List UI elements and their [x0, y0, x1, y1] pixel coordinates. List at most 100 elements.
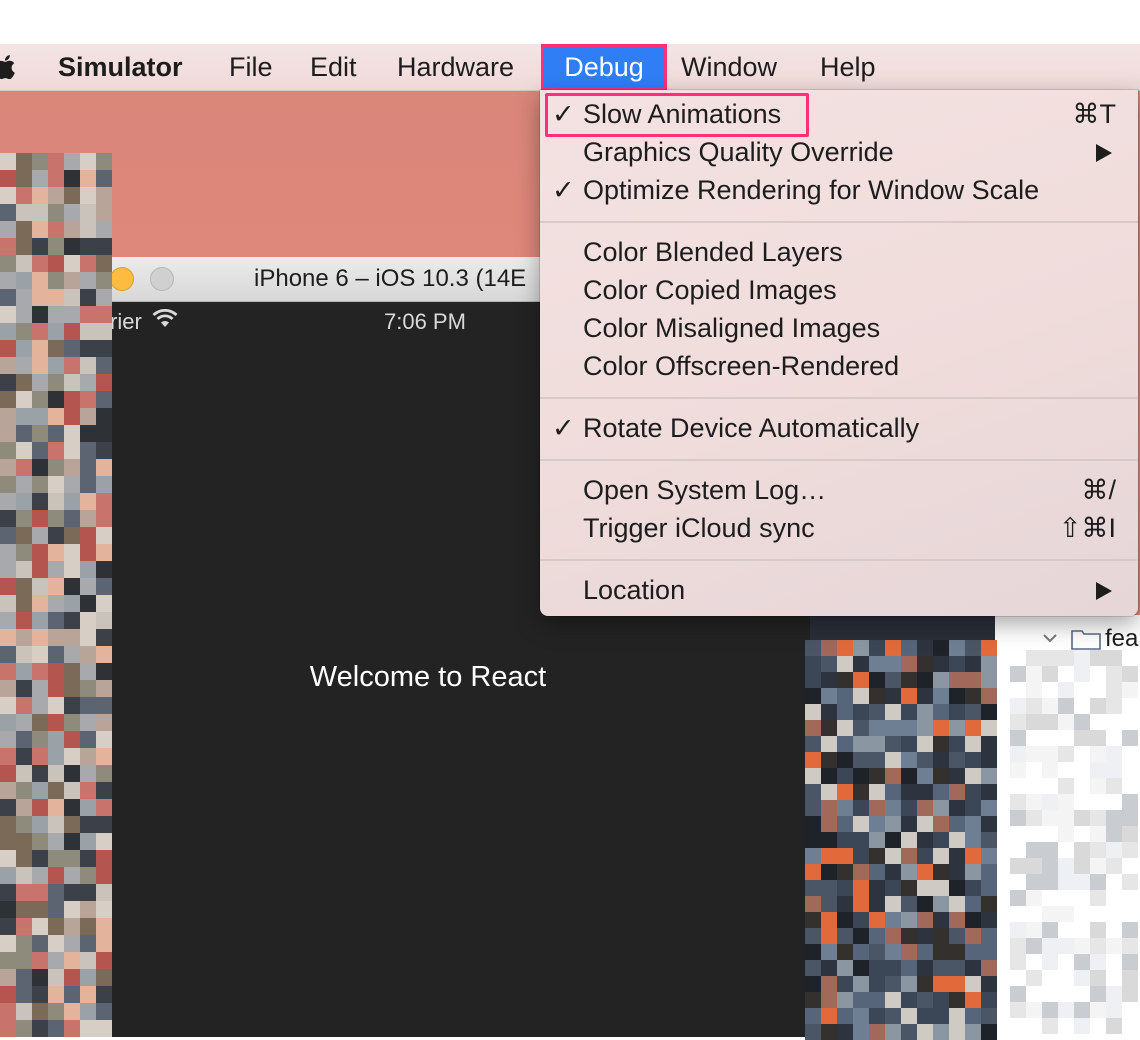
mosaic-cell [48, 544, 64, 561]
mosaic-cell [80, 612, 96, 629]
mosaic-cell [1074, 954, 1090, 970]
mosaic-cell [96, 238, 112, 255]
mosaic-cell [96, 918, 112, 935]
menu-item-graphics-quality-override[interactable]: Graphics Quality Override [540, 133, 1138, 171]
mosaic-cell [96, 850, 112, 867]
menu-window[interactable]: Window [681, 44, 777, 90]
menu-item-open-system-log[interactable]: Open System Log… ⌘/ [540, 471, 1138, 509]
mosaic-cell [48, 833, 64, 850]
mosaic-cell [933, 720, 949, 736]
mosaic-cell [16, 629, 32, 646]
zoom-button[interactable] [150, 267, 174, 291]
mosaic-cell [901, 752, 917, 768]
mosaic-cell [949, 672, 965, 688]
mosaic-cell [64, 510, 80, 527]
mosaic-cell [1026, 826, 1042, 842]
mosaic-cell [1010, 714, 1026, 730]
mosaic-cell [981, 960, 997, 976]
mosaic-cell [0, 221, 16, 238]
mosaic-cell [48, 595, 64, 612]
menu-item-color-misaligned-images[interactable]: Color Misaligned Images [540, 309, 1138, 347]
mosaic-cell [1026, 938, 1042, 954]
mosaic-cell [933, 992, 949, 1008]
mosaic-cell [1074, 682, 1090, 698]
mosaic-cell [949, 1024, 965, 1040]
mosaic-cell [16, 612, 32, 629]
mosaic-cell [64, 153, 80, 170]
mosaic-cell [901, 992, 917, 1008]
mosaic-cell [80, 986, 96, 1003]
mosaic-cell [1058, 666, 1074, 682]
mosaic-cell [1122, 714, 1138, 730]
menu-file[interactable]: File [229, 44, 273, 90]
menu-item-trigger-icloud-sync[interactable]: Trigger iCloud sync ⇧⌘I [540, 509, 1138, 547]
mosaic-cell [64, 527, 80, 544]
mosaic-cell [917, 816, 933, 832]
menu-edit[interactable]: Edit [310, 44, 357, 90]
mosaic-cell [0, 272, 16, 289]
mosaic-cell [48, 238, 64, 255]
mosaic-cell [96, 595, 112, 612]
mosaic-cell [1026, 730, 1042, 746]
mosaic-cell [48, 153, 64, 170]
menu-item-label: Location [583, 575, 686, 605]
menu-app-simulator[interactable]: Simulator [58, 44, 183, 90]
mosaic-cell [1074, 650, 1090, 666]
mosaic-cell [64, 459, 80, 476]
mosaic-cell [64, 391, 80, 408]
mosaic-cell [1090, 778, 1106, 794]
mosaic-cell [1106, 778, 1122, 794]
menu-debug[interactable]: Debug [541, 44, 667, 90]
mosaic-cell [837, 768, 853, 784]
menu-item-color-offscreen-rendered[interactable]: Color Offscreen-Rendered [540, 347, 1138, 385]
mosaic-cell [1010, 682, 1026, 698]
menu-hardware[interactable]: Hardware [397, 44, 514, 90]
mosaic-cell [821, 768, 837, 784]
folder-label[interactable]: fea [1105, 625, 1138, 653]
mosaic-cell [837, 848, 853, 864]
mosaic-cell [1106, 826, 1122, 842]
menu-item-location[interactable]: Location [540, 571, 1138, 609]
mosaic-cell [1026, 890, 1042, 906]
apple-icon[interactable] [0, 53, 18, 81]
mosaic-cell [16, 408, 32, 425]
mosaic-cell [64, 357, 80, 374]
mosaic-cell [16, 1020, 32, 1037]
menu-item-color-blended-layers[interactable]: Color Blended Layers [540, 233, 1138, 271]
mosaic-cell [48, 1003, 64, 1020]
mosaic-cell [901, 816, 917, 832]
menu-help[interactable]: Help [820, 44, 876, 90]
mosaic-cell [0, 1020, 16, 1037]
chevron-down-icon[interactable] [1043, 631, 1057, 645]
mosaic-cell [0, 935, 16, 952]
mosaic-cell [0, 527, 16, 544]
mosaic-cell [1058, 842, 1074, 858]
mosaic-cell [32, 153, 48, 170]
mosaic-cell [805, 976, 821, 992]
mosaic-cell [1010, 810, 1026, 826]
mosaic-cell [981, 944, 997, 960]
mosaic-cell [1090, 826, 1106, 842]
menu-item-color-copied-images[interactable]: Color Copied Images [540, 271, 1138, 309]
mosaic-cell [869, 656, 885, 672]
mosaic-cell [80, 646, 96, 663]
mosaic-cell [32, 442, 48, 459]
mosaic-cell [1010, 698, 1026, 714]
menu-item-rotate-device[interactable]: ✓ Rotate Device Automatically [540, 409, 1138, 447]
mosaic-cell [96, 782, 112, 799]
mosaic-cell [1026, 970, 1042, 986]
mosaic-cell [869, 848, 885, 864]
mosaic-cell [901, 880, 917, 896]
mosaic-cell [1010, 826, 1026, 842]
mosaic-cell [32, 850, 48, 867]
mosaic-cell [1074, 730, 1090, 746]
mosaic-cell [64, 952, 80, 969]
menu-item-optimize-rendering[interactable]: ✓ Optimize Rendering for Window Scale [540, 171, 1138, 209]
mosaic-cell [821, 640, 837, 656]
mosaic-cell [48, 697, 64, 714]
mosaic-cell [853, 672, 869, 688]
mosaic-cell [80, 935, 96, 952]
mosaic-cell [853, 976, 869, 992]
minimize-button[interactable] [110, 267, 134, 291]
menu-item-label: Color Misaligned Images [583, 313, 881, 343]
